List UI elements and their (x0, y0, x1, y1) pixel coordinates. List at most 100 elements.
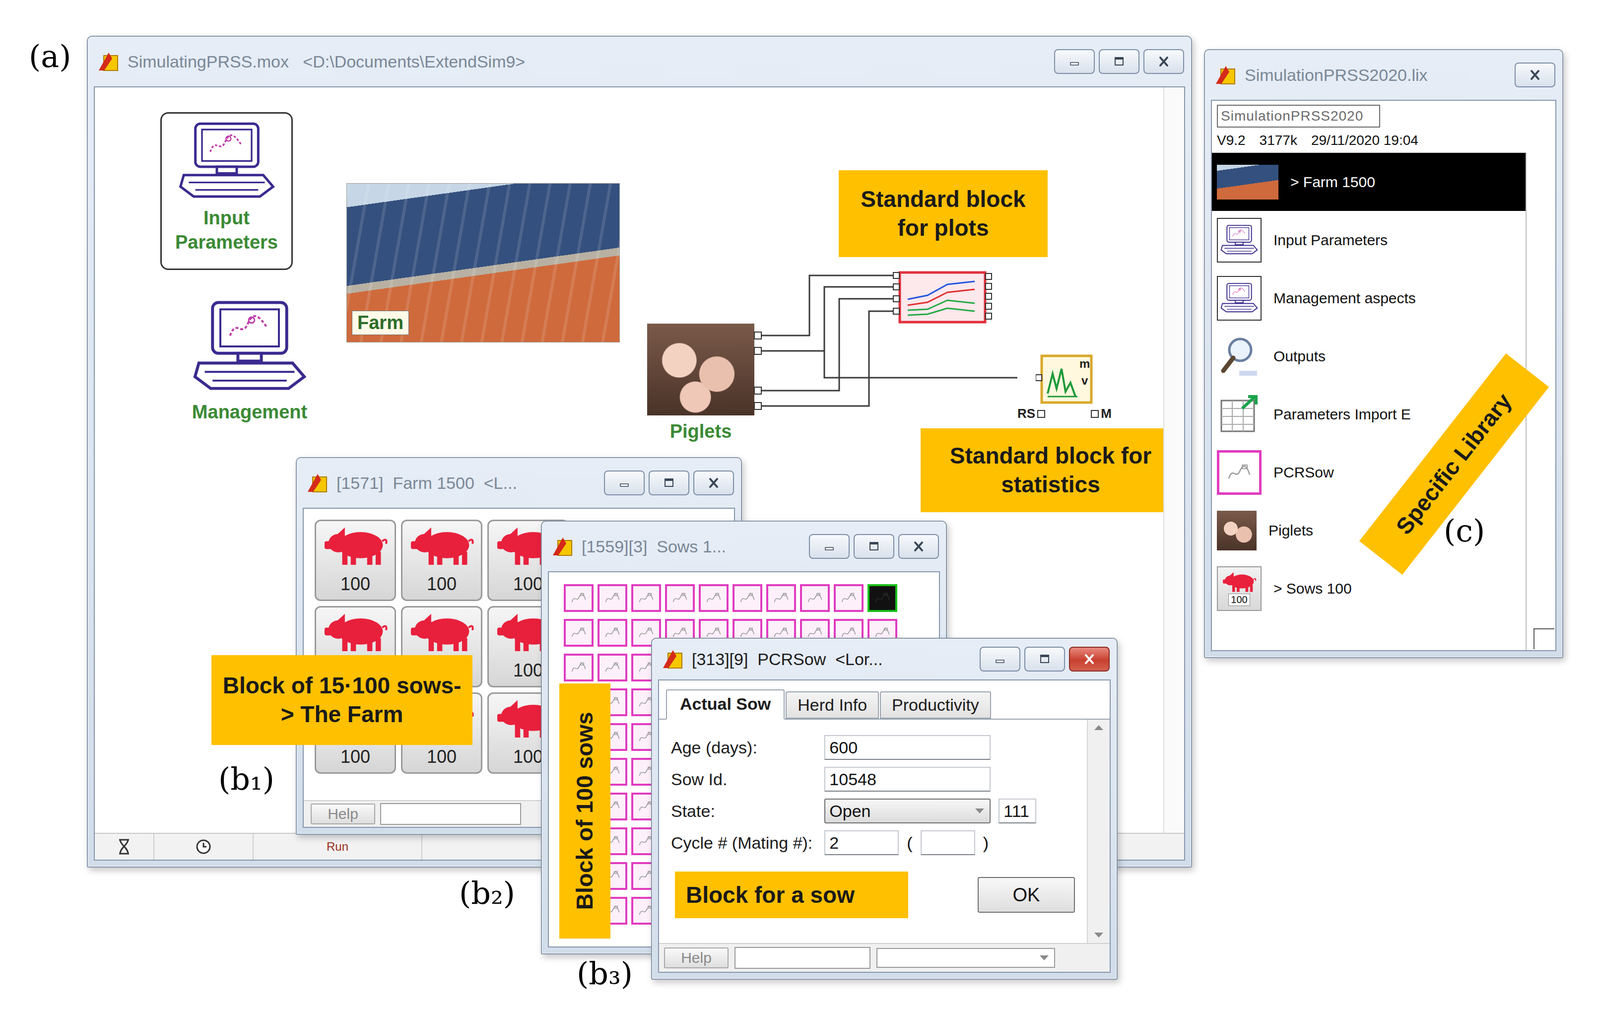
ok-button[interactable]: OK (977, 876, 1075, 913)
minimize-button[interactable] (603, 470, 645, 496)
title-bar[interactable]: SimulationPRSS2020.lix (1210, 50, 1557, 100)
extendsim-icon (96, 50, 120, 73)
panel-label: (c) (1443, 514, 1485, 548)
sow-block[interactable] (698, 584, 729, 612)
sow-block[interactable] (597, 584, 628, 612)
dialog-scrollbar[interactable] (1086, 719, 1110, 943)
title-bar[interactable]: SimulatingPRSS.mox <D:\Documents\ExtendS… (93, 36, 1186, 87)
close-button[interactable] (898, 533, 939, 559)
title-bar[interactable]: [313][9] PCRSow <Lor... (658, 638, 1111, 680)
maximize-button[interactable] (1098, 49, 1140, 74)
library-item[interactable]: > Farm 1500 (1211, 152, 1526, 211)
library-item[interactable]: Input Parameters (1211, 210, 1526, 269)
piglets-block[interactable]: Piglets (647, 323, 755, 444)
plotter-icon[interactable] (892, 269, 993, 327)
sow-dialog[interactable]: [313][9] PCRSow <Lor... Actual SowHerd In… (651, 637, 1118, 980)
maximize-button[interactable] (648, 470, 690, 496)
sow-form: Age (days):600Sow Id.10548State:Open111C… (659, 719, 1087, 943)
management-block[interactable]: Management (191, 297, 309, 425)
close-paren: ) (983, 833, 989, 853)
close-button[interactable] (1143, 49, 1185, 74)
scroll-down-icon[interactable] (1092, 931, 1105, 939)
statistics-block[interactable]: mvRSM (1017, 353, 1112, 422)
bottom-dropdown[interactable] (876, 947, 1056, 968)
maximize-button[interactable] (1024, 646, 1066, 672)
statistics-ports: RSM (1017, 405, 1112, 422)
status-cell[interactable] (154, 833, 254, 860)
maximize-icon (865, 539, 883, 553)
help-field[interactable] (380, 802, 522, 825)
extendsim-icon (1213, 64, 1237, 86)
library-item[interactable]: Outputs (1211, 327, 1526, 386)
title-bar[interactable]: [1559][3] Sows 1... (547, 521, 940, 572)
input-parameters-block[interactable]: Input Parameters (160, 112, 293, 270)
farm-node[interactable]: Farm (346, 183, 620, 342)
field-label: Sow Id. (670, 769, 813, 790)
table-import-icon (1218, 393, 1261, 436)
vertical-scrollbar[interactable] (1163, 87, 1185, 833)
minimize-button[interactable] (1054, 49, 1095, 74)
library-window[interactable]: SimulationPRSS2020.lix SimulationPRSS2020… (1203, 49, 1564, 659)
close-button[interactable] (1514, 62, 1556, 88)
sow-block[interactable] (563, 618, 594, 647)
library-item[interactable]: Management aspects (1211, 268, 1526, 328)
help-field[interactable] (734, 946, 871, 969)
plotter-node[interactable] (892, 269, 993, 329)
tab[interactable]: Productivity (879, 691, 992, 719)
help-button[interactable]: Help (664, 947, 729, 969)
farm-photo[interactable]: Farm (346, 183, 620, 342)
text-field[interactable]: 10548 (824, 766, 991, 792)
help-button[interactable]: Help (310, 803, 376, 825)
hourglass-icon (117, 838, 131, 855)
tab[interactable]: Actual Sow (666, 689, 785, 720)
management-node[interactable]: Management (191, 297, 309, 425)
close-button[interactable] (693, 470, 734, 496)
status-cell: Run (253, 833, 423, 860)
statistics-icon[interactable]: mv (1035, 353, 1094, 405)
dropdown-arrow-icon[interactable] (1038, 953, 1051, 962)
sow-block[interactable] (563, 584, 594, 612)
minimize-button[interactable] (979, 646, 1021, 672)
sow-block[interactable] (766, 584, 797, 612)
port[interactable] (1090, 409, 1099, 418)
sow-group-block[interactable]: 100 (314, 519, 397, 601)
library-item[interactable]: 100> Sows 100 (1211, 559, 1526, 618)
resize-handle[interactable] (1533, 628, 1555, 650)
sow-group-block[interactable]: 100 (400, 519, 483, 601)
sows-callout-text: Block of 100 sows (570, 712, 600, 911)
input-parameters-node[interactable]: Input Parameters (160, 112, 293, 270)
window-controls (1054, 49, 1185, 74)
sow-block[interactable] (800, 584, 830, 612)
sow-block[interactable] (597, 618, 628, 647)
window-title: [1559][3] Sows 1... (581, 536, 801, 557)
sow-block[interactable] (732, 584, 763, 612)
close-button[interactable] (1068, 646, 1110, 672)
minimize-button[interactable] (808, 533, 850, 559)
sow-block[interactable] (665, 584, 695, 612)
statistics-node[interactable]: mvRSM (1017, 353, 1112, 422)
piglets-node[interactable]: Piglets (647, 323, 755, 444)
title-bar[interactable]: [1571] Farm 1500 <L... (302, 458, 735, 508)
management-label: Management (192, 400, 308, 425)
dropdown-arrow-icon[interactable] (973, 806, 986, 815)
text-field[interactable]: 600 (824, 734, 991, 760)
cycle-field[interactable]: 2 (824, 830, 899, 856)
maximize-button[interactable] (853, 533, 895, 559)
port[interactable] (1037, 409, 1046, 418)
sow-block[interactable] (563, 653, 594, 682)
sow-block[interactable] (833, 584, 864, 612)
sow-block[interactable] (867, 584, 898, 612)
state-select[interactable]: Open (824, 798, 991, 824)
mating-field[interactable] (920, 830, 976, 856)
sow-block-icon (771, 590, 792, 606)
dialog-bottom-bar: Help (659, 942, 1110, 972)
library-name-field[interactable]: SimulationPRSS2020 (1216, 104, 1381, 128)
state-code-field[interactable]: 111 (998, 798, 1037, 824)
scroll-up-icon[interactable] (1092, 723, 1105, 732)
tab[interactable]: Herd Info (785, 691, 879, 719)
library-item-label: Outputs (1273, 347, 1326, 365)
sow-block[interactable] (597, 653, 628, 682)
minimize-icon (991, 652, 1009, 666)
sow-block[interactable] (631, 584, 662, 612)
statistics-callout: Standard block for statistics (920, 428, 1164, 513)
